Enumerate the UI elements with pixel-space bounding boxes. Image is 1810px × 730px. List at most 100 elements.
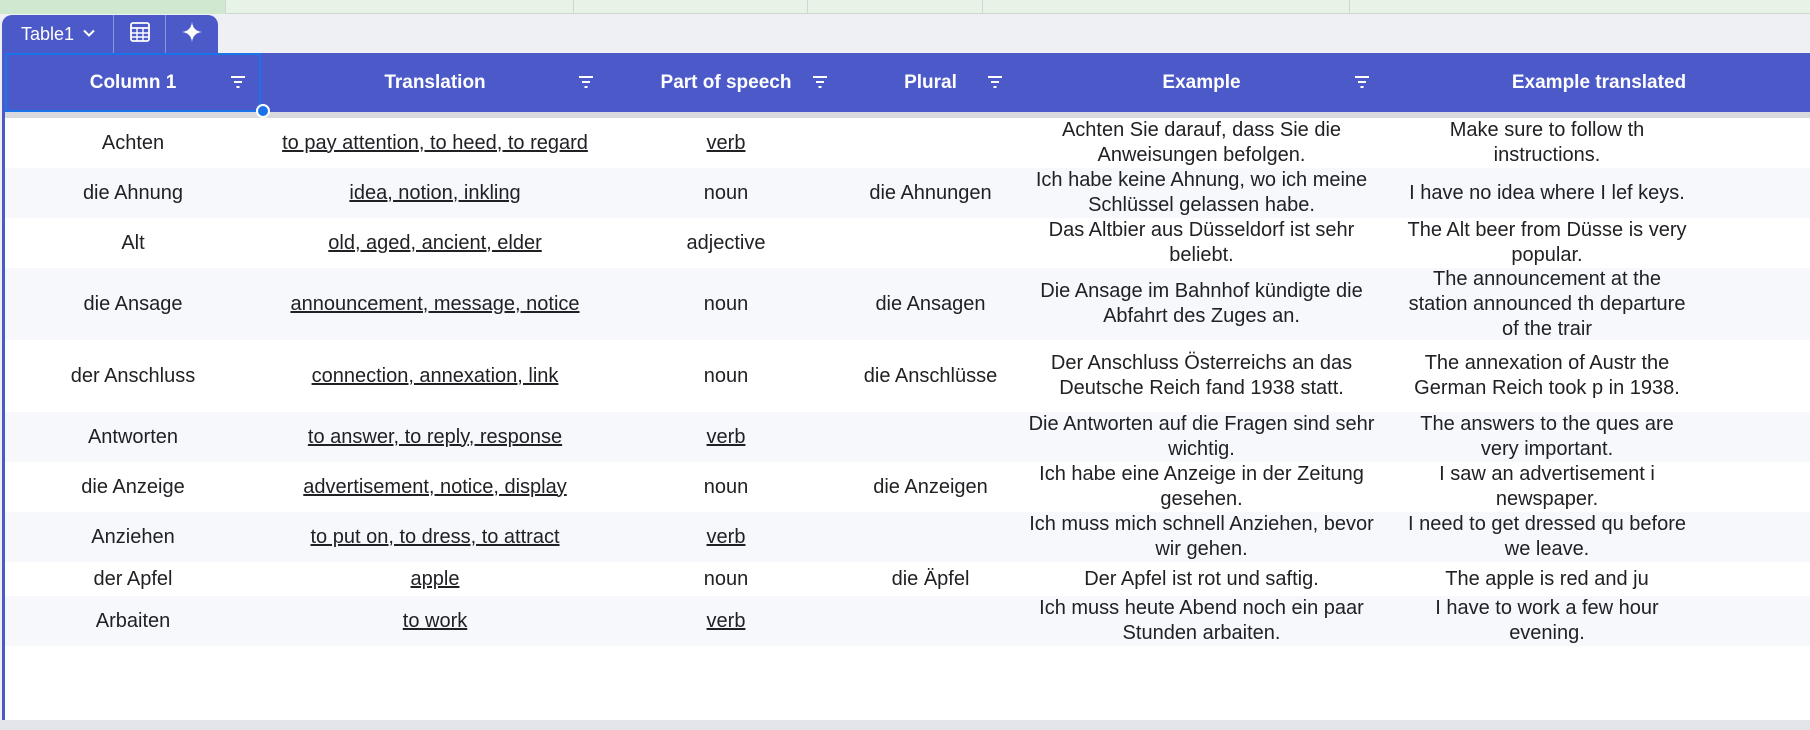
example-cell[interactable]: Die Ansage im Bahnhof kündigte die Abfah… (1018, 268, 1385, 340)
word-cell[interactable]: Antworten (5, 412, 261, 462)
column-header-5[interactable]: Example translated (1385, 53, 1810, 112)
table-row: Alt old, aged, ancient, elder adjective Das… (5, 218, 1810, 268)
translation-cell-text: to put on, to dress, to attract (310, 525, 560, 548)
smart-fill-button[interactable] (166, 15, 218, 53)
part-of-speech-cell[interactable]: noun (609, 168, 843, 218)
translation-cell[interactable]: connection, annexation, link (261, 340, 609, 412)
table-view-button[interactable] (114, 15, 166, 53)
filter-icon[interactable] (809, 71, 831, 93)
plural-cell[interactable]: die Ansagen (843, 268, 1018, 340)
table-row: Anziehen to put on, to dress, to attract v… (5, 512, 1810, 562)
sparkle-icon (181, 21, 203, 48)
column-header-0[interactable]: Column 1 (5, 53, 261, 112)
filter-icon[interactable] (227, 71, 249, 93)
table-body: Achten to pay attention, to heed, to rega… (5, 118, 1810, 646)
part-of-speech-cell[interactable]: noun (609, 562, 843, 596)
example-translated-text: I need to get dressed qu before we leave… (1408, 513, 1686, 560)
example-translated-cell[interactable]: I have no idea where I lef keys. (1385, 168, 1810, 218)
example-cell[interactable]: Der Anschluss Österreichs an das Deutsch… (1018, 340, 1385, 412)
plural-cell[interactable] (843, 412, 1018, 462)
part-of-speech-cell[interactable]: adjective (609, 218, 843, 268)
example-cell[interactable]: Ich habe eine Anzeige in der Zeitung ges… (1018, 462, 1385, 512)
plural-cell[interactable]: die Ahnungen (843, 168, 1018, 218)
horizontal-scrollbar[interactable] (0, 720, 1810, 730)
example-translated-cell[interactable]: The annexation of Austr the German Reich… (1385, 340, 1810, 412)
part-of-speech-cell[interactable]: verb (609, 412, 843, 462)
example-translated-text: The answers to the ques are very importa… (1420, 413, 1674, 460)
table-name-label: Table1 (20, 23, 75, 44)
example-translated-cell[interactable]: I have to work a few hour evening. (1385, 596, 1810, 646)
part-of-speech-cell[interactable]: verb (609, 512, 843, 562)
example-cell[interactable]: Achten Sie darauf, dass Sie die Anweisun… (1018, 118, 1385, 168)
example-translated-text: The Alt beer from Düsse is very popular. (1407, 219, 1687, 266)
word-cell-text: Alt (121, 231, 145, 254)
word-cell[interactable]: Alt (5, 218, 261, 268)
word-cell-text: Achten (101, 131, 165, 154)
example-cell-text: Ich muss mich schnell Anziehen, bevor wi… (1029, 513, 1374, 560)
example-translated-cell[interactable]: I saw an advertisement i newspaper. (1385, 462, 1810, 512)
part-of-speech-cell-text: noun (703, 181, 749, 204)
part-of-speech-cell[interactable]: verb (609, 596, 843, 646)
translation-cell[interactable]: apple (261, 562, 609, 596)
filter-icon[interactable] (984, 71, 1006, 93)
column-header-1[interactable]: Translation (261, 53, 609, 112)
word-cell[interactable]: der Apfel (5, 562, 261, 596)
selection-handle[interactable] (256, 104, 270, 118)
plural-cell-text: die Ansagen (875, 292, 986, 315)
plural-cell[interactable]: die Äpfel (843, 562, 1018, 596)
word-cell[interactable]: die Anzeige (5, 462, 261, 512)
part-of-speech-cell[interactable]: noun (609, 340, 843, 412)
plural-cell[interactable]: die Anzeigen (843, 462, 1018, 512)
translation-cell[interactable]: advertisement, notice, display (261, 462, 609, 512)
part-of-speech-cell[interactable]: noun (609, 462, 843, 512)
plural-cell-text: die Äpfel (891, 567, 970, 590)
example-cell[interactable]: Der Apfel ist rot und saftig. (1018, 562, 1385, 596)
column-header-3[interactable]: Plural (843, 53, 1018, 112)
example-translated-cell[interactable]: The answers to the ques are very importa… (1385, 412, 1810, 462)
part-of-speech-cell[interactable]: verb (609, 118, 843, 168)
word-cell[interactable]: die Ansage (5, 268, 261, 340)
plural-cell[interactable]: die Anschlüsse (843, 340, 1018, 412)
filter-icon[interactable] (1351, 71, 1373, 93)
plural-cell[interactable] (843, 596, 1018, 646)
plural-cell[interactable] (843, 512, 1018, 562)
column-header-4[interactable]: Example (1018, 53, 1385, 112)
example-translated-cell[interactable]: The announcement at the station announce… (1385, 268, 1810, 340)
example-cell[interactable]: Die Antworten auf die Fragen sind sehr w… (1018, 412, 1385, 462)
word-cell[interactable]: Anziehen (5, 512, 261, 562)
table-row: Arbaiten to work verb Ich muss heute Abend … (5, 596, 1810, 646)
plural-cell[interactable] (843, 218, 1018, 268)
part-of-speech-cell-text: verb (706, 425, 746, 448)
column-header-2[interactable]: Part of speech (609, 53, 843, 112)
example-cell[interactable]: Ich muss heute Abend noch ein paar Stund… (1018, 596, 1385, 646)
example-translated-cell[interactable]: Make sure to follow th instructions. (1385, 118, 1810, 168)
translation-cell[interactable]: to answer, to reply, response (261, 412, 609, 462)
example-cell[interactable]: Ich habe keine Ahnung, wo ich meine Schl… (1018, 168, 1385, 218)
example-translated-cell[interactable]: The apple is red and ju (1385, 562, 1810, 596)
word-cell[interactable]: Achten (5, 118, 261, 168)
word-cell[interactable]: der Anschluss (5, 340, 261, 412)
table-view-icon (129, 21, 151, 48)
translation-cell[interactable]: to pay attention, to heed, to regard (261, 118, 609, 168)
word-cell[interactable]: Arbaiten (5, 596, 261, 646)
translation-cell[interactable]: announcement, message, notice (261, 268, 609, 340)
translation-cell[interactable]: idea, notion, inkling (261, 168, 609, 218)
word-cell[interactable]: die Ahnung (5, 168, 261, 218)
plural-cell[interactable] (843, 118, 1018, 168)
translation-cell[interactable]: to work (261, 596, 609, 646)
example-cell[interactable]: Ich muss mich schnell Anziehen, bevor wi… (1018, 512, 1385, 562)
example-cell[interactable]: Das Altbier aus Düsseldorf ist sehr beli… (1018, 218, 1385, 268)
plural-cell-text: die Ahnungen (869, 181, 992, 204)
table-row: der Apfel apple noun die Äpfel Der Apfel ist… (5, 562, 1810, 596)
example-translated-cell[interactable]: I need to get dressed qu before we leave… (1385, 512, 1810, 562)
filter-icon[interactable] (575, 71, 597, 93)
sheet-view: Table1 Column 1 Translation Part of spee… (0, 0, 1810, 730)
example-translated-text: I saw an advertisement i newspaper. (1439, 463, 1655, 510)
column-header-label: Plural (904, 71, 957, 93)
example-cell-text: Achten Sie darauf, dass Sie die Anweisun… (1061, 119, 1342, 166)
translation-cell[interactable]: old, aged, ancient, elder (261, 218, 609, 268)
translation-cell[interactable]: to put on, to dress, to attract (261, 512, 609, 562)
part-of-speech-cell[interactable]: noun (609, 268, 843, 340)
table-name-tab[interactable]: Table1 (2, 15, 114, 53)
example-translated-cell[interactable]: The Alt beer from Düsse is very popular. (1385, 218, 1810, 268)
